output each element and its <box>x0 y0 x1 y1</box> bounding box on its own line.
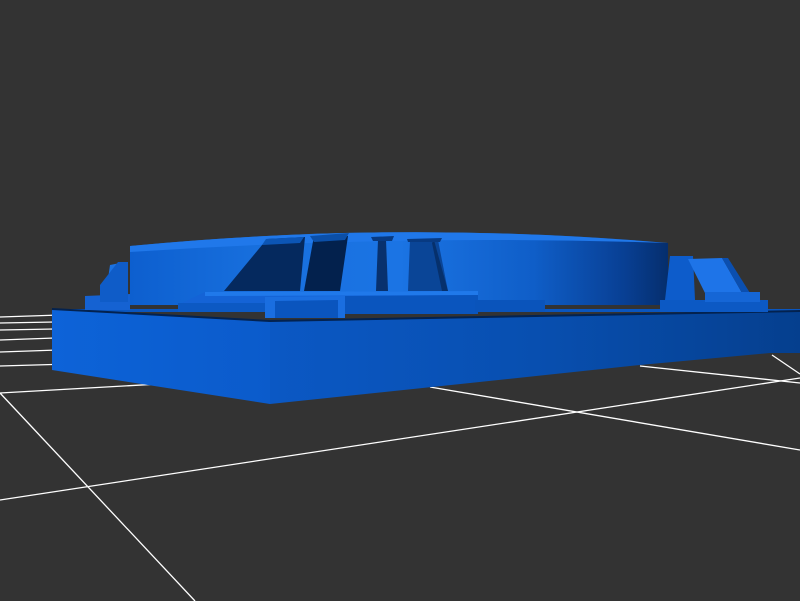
base-left-face <box>52 309 270 404</box>
grid-line <box>639 365 800 384</box>
base-slab <box>51 308 800 404</box>
grid-line <box>0 321 56 324</box>
grid-line <box>0 337 56 341</box>
grid-line <box>0 392 196 601</box>
right-wing <box>660 256 768 312</box>
grid-line <box>0 349 59 353</box>
grid-line <box>429 386 800 451</box>
scene-svg <box>0 232 800 601</box>
grid-line <box>0 328 56 331</box>
grid-line <box>771 354 800 375</box>
3d-viewport[interactable] <box>0 0 800 601</box>
left-wing <box>85 262 130 310</box>
grid-line <box>0 314 61 318</box>
grid-line <box>0 377 800 501</box>
